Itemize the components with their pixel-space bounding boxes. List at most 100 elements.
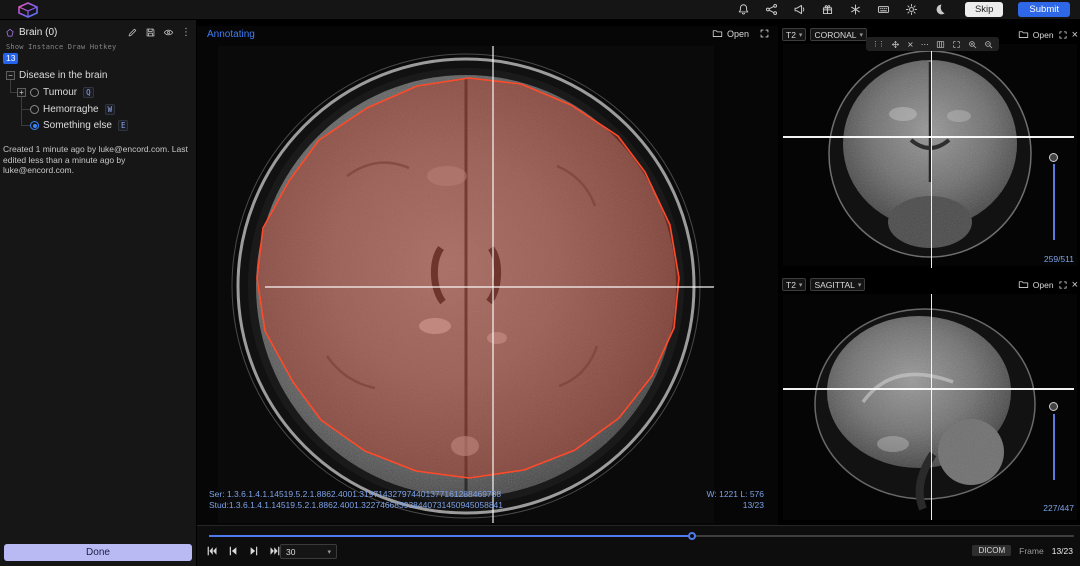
coronal-viewport[interactable]: T2 ▾ CORONAL ▾ Open × ⋮⋮ × ⋯ [780, 26, 1080, 272]
skip-button[interactable]: Skip [965, 2, 1003, 17]
plane-select[interactable]: CORONAL ▾ [810, 28, 867, 41]
top-bar-actions: Skip Submit [737, 2, 1070, 17]
open-button[interactable]: Open [1018, 29, 1054, 40]
modality-value: T2 [786, 30, 796, 40]
fps-select[interactable]: 30 ▾ [280, 544, 337, 559]
open-button[interactable]: Open [712, 28, 749, 39]
tree-root-row[interactable]: − Disease in the brain [0, 68, 194, 83]
slice-slider-handle[interactable] [1049, 153, 1058, 162]
close-icon[interactable]: × [1072, 30, 1078, 40]
audit-meta-text: Created 1 minute ago by luke@encord.com.… [3, 144, 193, 176]
keyboard-shortcuts-icon[interactable] [877, 3, 890, 16]
instance-title: Brain (0) [19, 27, 57, 38]
layout-columns-icon[interactable] [936, 40, 945, 49]
radio-tumour[interactable] [30, 88, 39, 97]
zoom-in-icon[interactable] [968, 40, 977, 49]
zoom-out-icon[interactable] [984, 40, 993, 49]
drag-handle-icon[interactable]: ⋮⋮ [872, 40, 884, 48]
plane-value: SAGITTAL [814, 280, 854, 290]
modality-select[interactable]: T2 ▾ [782, 278, 806, 291]
main-view-controls: Open [712, 28, 770, 39]
annotating-status-label: Annotating [207, 29, 255, 40]
bell-icon[interactable] [737, 3, 750, 16]
fullscreen-icon[interactable] [1058, 280, 1068, 290]
fullscreen-icon[interactable] [952, 40, 961, 49]
option-label: Hemorraghe [43, 104, 99, 115]
slice-reference-line-vertical [931, 44, 932, 268]
plane-select[interactable]: SAGITTAL ▾ [810, 278, 865, 291]
dark-mode-moon-icon[interactable] [933, 3, 946, 16]
annotation-sidebar: Brain (0) ⋮ Show Instance Draw Hotkey 13… [0, 20, 197, 566]
folder-open-icon [1018, 279, 1029, 290]
hotkey-badge: W [105, 104, 116, 115]
dicom-window-info: W: 1221 L: 576 13/23 [707, 489, 765, 511]
chevron-down-icon: ▾ [799, 31, 803, 39]
slice-indicator: 227/447 [1043, 503, 1074, 513]
sagittal-mri-image [783, 294, 1077, 520]
top-bar: Skip Submit [0, 0, 1080, 20]
tree-option-hemorraghe[interactable]: Hemorraghe W [0, 102, 194, 117]
slice-reference-line-horizontal [783, 388, 1074, 390]
coronal-mri-image [783, 44, 1077, 266]
edit-pen-icon[interactable] [127, 27, 138, 38]
more-options-icon[interactable]: ⋯ [921, 40, 929, 49]
done-button[interactable]: Done [4, 544, 192, 561]
classification-tree: − Disease in the brain + Tumour Q Hemorr… [0, 66, 196, 144]
expand-toggle-icon[interactable]: + [17, 88, 26, 97]
instance-header: Brain (0) ⋮ [5, 27, 191, 38]
open-button[interactable]: Open [1018, 279, 1054, 290]
radio-something-else[interactable] [30, 121, 39, 130]
collapse-toggle-icon[interactable]: − [6, 71, 15, 80]
save-icon[interactable] [145, 27, 156, 38]
viewport-toolbar: ⋮⋮ × ⋯ [866, 37, 999, 51]
gift-icon[interactable] [821, 3, 834, 16]
submit-button[interactable]: Submit [1018, 2, 1070, 17]
frame-label: Frame [1019, 546, 1044, 556]
radio-hemorraghe[interactable] [30, 105, 39, 114]
open-label: Open [1033, 280, 1054, 290]
polygon-object-icon [5, 28, 15, 38]
step-back-icon[interactable] [227, 545, 239, 557]
dicom-badge: DICOM [972, 545, 1011, 556]
eye-icon[interactable] [163, 27, 174, 38]
timeline-handle[interactable] [688, 532, 696, 540]
chevron-down-icon: ▾ [859, 31, 863, 39]
option-label: Tumour [43, 87, 77, 98]
slice-reference-line-vertical [931, 294, 932, 520]
fullscreen-icon[interactable] [1058, 30, 1068, 40]
modality-value: T2 [786, 280, 796, 290]
slice-slider-track[interactable] [1053, 414, 1055, 480]
move-tool-icon[interactable] [891, 40, 900, 49]
playback-bar: 30 ▾ DICOM Frame 13/23 [197, 525, 1080, 566]
hotkey-badge: E [118, 120, 129, 131]
kebab-menu-icon[interactable]: ⋮ [181, 27, 191, 38]
close-icon[interactable]: × [1072, 280, 1078, 290]
folder-open-icon [712, 28, 723, 39]
instance-actions: ⋮ [127, 27, 191, 38]
modality-select[interactable]: T2 ▾ [782, 28, 806, 41]
study-uid: Stud:1.3.6.1.4.1.14519.5.2.1.8862.4001.3… [209, 500, 503, 511]
settings-gear-icon[interactable] [905, 3, 918, 16]
slice-slider-track[interactable] [1053, 164, 1055, 240]
option-label: Something else [43, 120, 112, 131]
plane-value: CORONAL [814, 30, 856, 40]
slice-slider-handle[interactable] [1049, 402, 1058, 411]
open-label: Open [1033, 30, 1054, 40]
tree-option-tumour[interactable]: + Tumour Q [0, 85, 194, 100]
sagittal-viewport[interactable]: T2 ▾ SAGITTAL ▾ Open × [780, 276, 1080, 525]
slice-indicator: 259/511 [1044, 254, 1074, 264]
step-forward-icon[interactable] [248, 545, 260, 557]
tree-option-something-else[interactable]: Something else E [0, 118, 194, 133]
share-icon[interactable] [765, 3, 778, 16]
encord-logo [14, 2, 44, 18]
asterisk-icon[interactable] [849, 3, 862, 16]
close-icon[interactable]: × [907, 40, 914, 49]
frame-timeline[interactable] [209, 532, 1074, 541]
dicom-identifiers: Ser: 1.3.6.1.4.1.14519.5.2.1.8862.4001.3… [209, 489, 503, 511]
skip-to-start-icon[interactable] [206, 545, 218, 557]
slice-reference-line-horizontal [783, 136, 1074, 138]
megaphone-icon[interactable] [793, 3, 806, 16]
fullscreen-icon[interactable] [759, 28, 770, 39]
frame-value: 13/23 [1052, 546, 1073, 556]
axial-viewport[interactable]: Annotating Open Ser: 1.3.6.1.4.1.14519.5… [197, 20, 778, 525]
